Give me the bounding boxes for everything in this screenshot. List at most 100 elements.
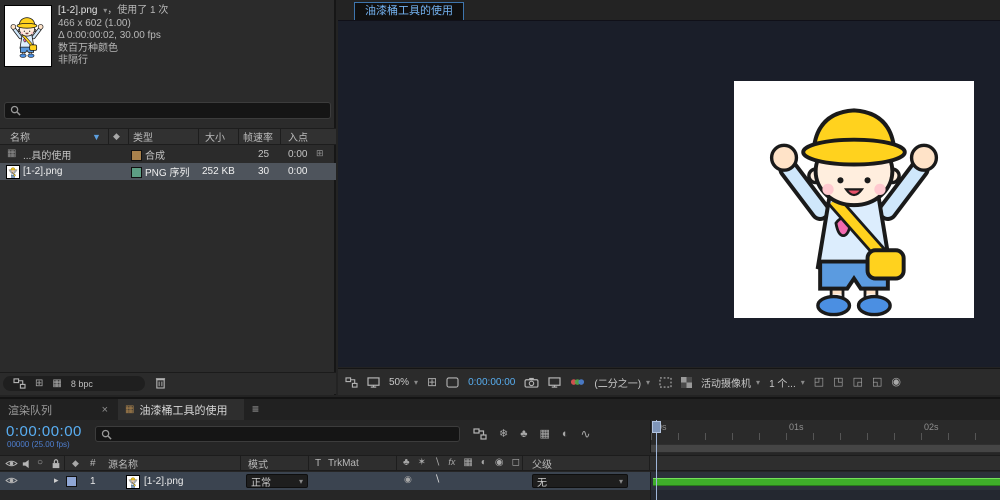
column-parent[interactable]: 父级 — [532, 456, 552, 470]
transparency-grid-icon[interactable] — [681, 377, 692, 388]
eye-column-icon[interactable] — [5, 459, 18, 468]
row-fps: 25 — [258, 149, 269, 160]
column-fps[interactable]: 帧速率 — [243, 129, 273, 144]
collapse-switch-icon[interactable]: ✶ — [418, 458, 426, 468]
show-snapshot-icon[interactable] — [548, 377, 561, 388]
tab-composition[interactable]: ▦ 油漆桶工具的使用 — [118, 399, 244, 420]
column-inpoint[interactable]: 入点 — [288, 129, 308, 144]
row-fps: 30 — [258, 166, 269, 177]
timeline-search-input[interactable] — [116, 426, 454, 442]
motion-blur-switch-icon[interactable]: ◐ — [481, 458, 487, 468]
adjustment-switch-icon[interactable]: ◉ — [495, 458, 504, 468]
item-interlace: 非隔行 — [58, 55, 168, 68]
label-color-chip[interactable] — [131, 167, 142, 178]
layer-quality-icon[interactable]: ∖ — [434, 475, 440, 485]
search-icon — [101, 429, 112, 440]
trash-icon[interactable] — [155, 376, 166, 389]
layer-thumb-icon — [126, 475, 140, 489]
magnification-select[interactable]: 50%▾ — [389, 377, 418, 388]
label-column-icon[interactable]: ◆ — [72, 459, 79, 468]
new-folder-icon[interactable]: ▦ — [52, 379, 61, 389]
view-layout-select[interactable]: 1 个...▾ — [769, 375, 805, 390]
track-empty-area[interactable] — [650, 490, 1000, 500]
hide-shy-layers-icon[interactable]: ♣ — [520, 429, 527, 440]
pixel-aspect-icon[interactable]: ◰ — [814, 377, 824, 388]
project-search-input[interactable] — [25, 102, 325, 119]
layer-eye-icon[interactable] — [5, 476, 18, 485]
composition-viewer[interactable] — [338, 20, 1000, 367]
fast-preview-icon[interactable]: ◳ — [833, 377, 843, 388]
layer-collapse-icon[interactable]: ◉ — [404, 475, 412, 484]
sort-down-icon[interactable]: ▼ — [92, 132, 101, 142]
chevron-down-icon: ▾ — [801, 378, 805, 387]
tab-render-queue[interactable]: 渲染队列 × — [0, 399, 116, 420]
solo-column-icon[interactable]: ○ — [37, 458, 43, 468]
quality-switch-icon[interactable]: ∖ — [434, 458, 440, 468]
blend-mode-select[interactable]: 正常▾ — [246, 474, 308, 488]
channel-dots-icon[interactable] — [570, 377, 585, 387]
row-name: ...具的使用 — [23, 147, 71, 162]
project-item-thumbnail[interactable] — [4, 5, 52, 67]
column-trkmat[interactable]: TrkMat — [328, 456, 359, 470]
frame-blend-switch-icon[interactable]: ▦ — [463, 458, 472, 468]
timeline-search[interactable] — [95, 426, 460, 442]
column-index[interactable]: # — [90, 456, 96, 470]
timeline-button-icon[interactable]: ◲ — [853, 377, 863, 388]
graph-editor-icon[interactable]: ∿ — [581, 428, 591, 440]
composition-tab[interactable]: 油漆桶工具的使用 — [354, 2, 464, 21]
close-icon[interactable]: × — [102, 404, 108, 416]
column-name[interactable]: 名称 — [10, 129, 30, 144]
frame-blending-icon[interactable]: ▦ — [539, 429, 549, 440]
current-timecode[interactable]: 0:00:00:00 — [6, 423, 82, 440]
mini-flowchart-icon[interactable] — [345, 377, 358, 388]
timeline-header-row: ○ ◆ # 源名称 模式 T TrkMat ♣ ✶ ∖ fx ▦ ◐ ◉ ◻ — [0, 455, 1000, 471]
label-column-icon[interactable]: ◆ — [113, 132, 120, 141]
layer-expand-icon[interactable]: ▸ — [54, 476, 59, 485]
threed-switch-icon[interactable]: ◻ — [512, 458, 520, 468]
project-search[interactable] — [4, 102, 331, 119]
interpret-footage-icon[interactable]: ⊞ — [35, 379, 43, 389]
column-source-name[interactable]: 源名称 — [108, 456, 138, 470]
ruler-label-2: 02s — [924, 422, 939, 432]
time-ruler[interactable]: 0s 01s 02s — [650, 420, 1000, 453]
work-area-bar[interactable] — [651, 444, 1000, 452]
region-of-interest-icon[interactable] — [659, 377, 672, 388]
layer-label-chip[interactable] — [66, 476, 77, 487]
table-row-composition[interactable]: ▦ ...具的使用 合成 25 0:00 ⊞ — [0, 146, 336, 163]
timeline-panel: 渲染队列 × ▦ 油漆桶工具的使用 ≡ 0:00:00:00 00000 (25… — [0, 397, 1000, 500]
layer-row[interactable]: ▸ 1 [1-2].png 正常▾ ◉ ∖ 无▾ — [0, 472, 1000, 490]
exposure-icon[interactable]: ◉ — [891, 377, 901, 388]
column-size[interactable]: 大小 — [205, 129, 225, 144]
composition-mini-flow-icon[interactable] — [473, 428, 487, 440]
grid-guides-icon[interactable]: ⊞ — [427, 376, 437, 388]
item-usage[interactable]: ，使用了 1 次 — [107, 5, 168, 16]
parent-select[interactable]: 无▾ — [532, 474, 628, 488]
audio-column-icon[interactable] — [22, 459, 32, 469]
panel-menu-icon[interactable]: ≡ — [252, 403, 259, 415]
shy-switch-icon[interactable]: ♣ — [403, 458, 410, 468]
ruler-ticks — [651, 433, 1000, 440]
effects-switch-icon[interactable]: fx — [448, 458, 455, 468]
table-row-png-selected[interactable]: [1-2].png PNG 序列 252 KB 30 0:00 — [0, 163, 336, 180]
layer-source-name[interactable]: [1-2].png — [144, 472, 183, 490]
motion-blur-icon[interactable]: ◐ — [562, 429, 569, 440]
bit-depth-label[interactable]: 8 bpc — [71, 379, 93, 389]
label-color-chip[interactable] — [131, 150, 142, 161]
viewer-timecode[interactable]: 0:00:00:00 — [468, 377, 515, 388]
active-camera-select[interactable]: 活动摄像机▾ — [701, 375, 760, 390]
chevron-down-icon: ▾ — [414, 378, 418, 387]
column-type[interactable]: 类型 — [133, 129, 153, 144]
layer-duration-bar[interactable] — [653, 478, 1000, 486]
playhead-handle[interactable] — [652, 421, 661, 433]
chevron-down-icon: ▾ — [646, 378, 650, 387]
resolution-select[interactable]: (二分之一)▾ — [594, 375, 650, 390]
mask-visibility-icon[interactable] — [446, 377, 459, 388]
project-flowchart-icon[interactable] — [13, 378, 26, 389]
snapshot-camera-icon[interactable] — [524, 377, 539, 388]
column-t[interactable]: T — [315, 456, 321, 470]
column-mode[interactable]: 模式 — [248, 456, 268, 470]
draft-3d-icon[interactable]: ❄ — [499, 429, 508, 440]
flowchart-button-icon[interactable]: ◱ — [872, 377, 882, 388]
always-preview-icon[interactable] — [367, 377, 380, 388]
lock-column-icon[interactable] — [51, 458, 61, 469]
